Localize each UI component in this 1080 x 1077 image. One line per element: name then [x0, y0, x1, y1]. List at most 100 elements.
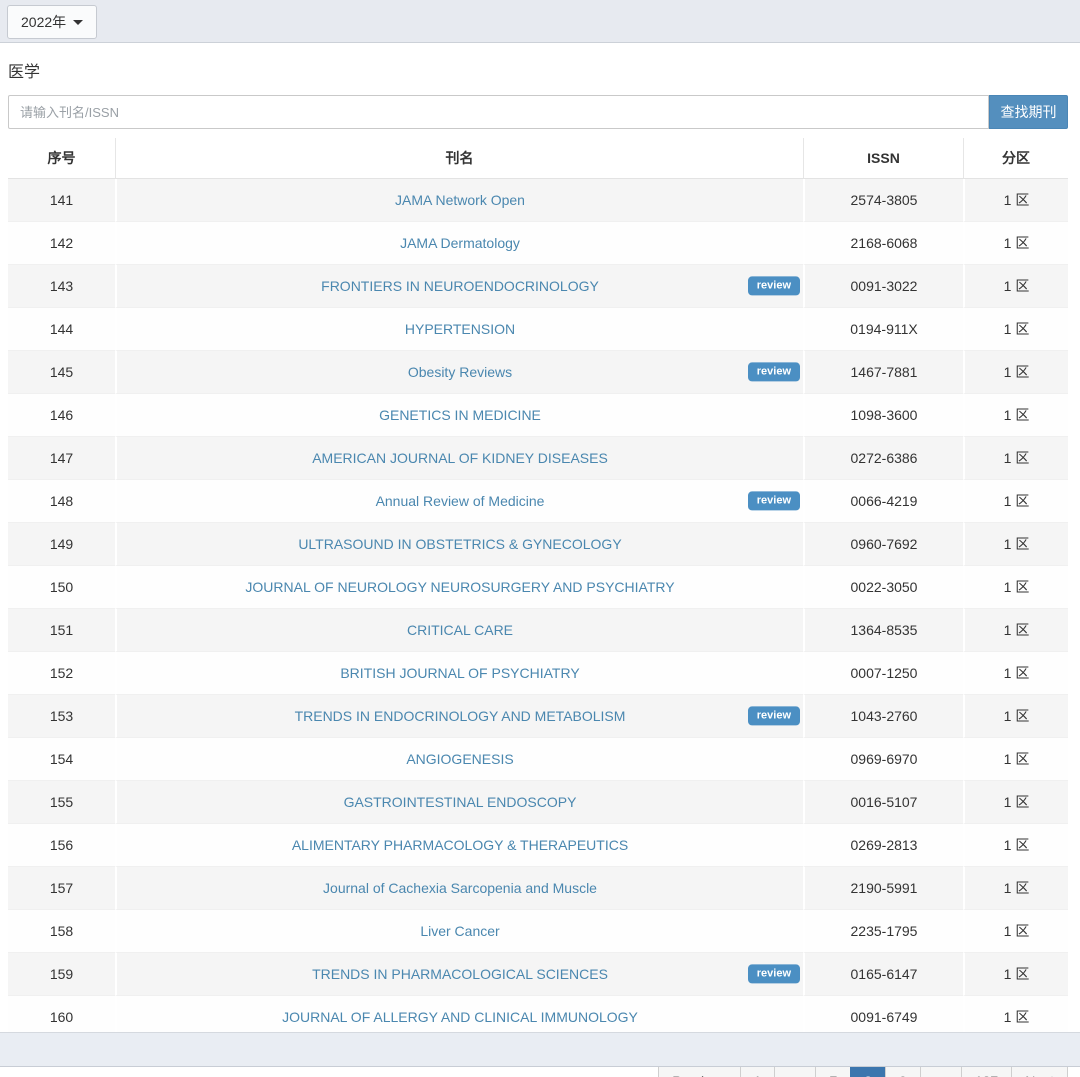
column-header-issn: ISSN: [803, 138, 963, 179]
table-row: 147 AMERICAN JOURNAL OF KIDNEY DISEASES 02…: [8, 437, 1068, 480]
seq-cell: 159: [8, 953, 115, 996]
zone-cell: 1 区: [963, 394, 1068, 437]
table-row: 155 GASTROINTESTINAL ENDOSCOPY 0016-5107 1 …: [8, 781, 1068, 824]
journal-link[interactable]: BRITISH JOURNAL OF PSYCHIATRY: [340, 665, 579, 681]
journal-link[interactable]: ALIMENTARY PHARMACOLOGY & THERAPEUTICS: [292, 837, 628, 853]
seq-cell: 158: [8, 910, 115, 953]
seq-cell: 150: [8, 566, 115, 609]
journal-name-cell: GASTROINTESTINAL ENDOSCOPY: [115, 781, 803, 824]
issn-cell: 0016-5107: [803, 781, 963, 824]
zone-cell: 1 区: [963, 910, 1068, 953]
journal-name-cell: ALIMENTARY PHARMACOLOGY & THERAPEUTICS: [115, 824, 803, 867]
table-row: 153 TRENDS IN ENDOCRINOLOGY AND METABOLIS…: [8, 695, 1068, 738]
table-row: 154 ANGIOGENESIS 0969-6970 1 区: [8, 738, 1068, 781]
main-content: 医学 查找期刊 序号 刊名 ISSN 分区 141 JAMA Network Op…: [0, 43, 1080, 1077]
zone-cell: 1 区: [963, 824, 1068, 867]
journal-link[interactable]: TRENDS IN PHARMACOLOGICAL SCIENCES: [312, 966, 608, 982]
journal-name-cell: AMERICAN JOURNAL OF KIDNEY DISEASES: [115, 437, 803, 480]
table-row: 148 Annual Review of Medicine review 0066-4…: [8, 480, 1068, 523]
journal-link[interactable]: JAMA Network Open: [395, 192, 525, 208]
review-badge: review: [747, 706, 800, 726]
issn-cell: 1043-2760: [803, 695, 963, 738]
journal-link[interactable]: Journal of Cachexia Sarcopenia and Muscl…: [323, 880, 597, 896]
seq-cell: 142: [8, 222, 115, 265]
journal-name-cell: Annual Review of Medicine review: [115, 480, 803, 523]
zone-cell: 1 区: [963, 523, 1068, 566]
journal-link[interactable]: GASTROINTESTINAL ENDOSCOPY: [344, 794, 577, 810]
zone-cell: 1 区: [963, 265, 1068, 308]
journal-ranking-page: 2022年 医学 查找期刊 序号 刊名 ISSN 分区 141 JAMA Netw…: [0, 0, 1080, 1077]
journal-name-cell: JAMA Network Open: [115, 179, 803, 222]
zone-cell: 1 区: [963, 222, 1068, 265]
bottom-footer-band: [0, 1032, 1080, 1067]
zone-cell: 1 区: [963, 437, 1068, 480]
zone-cell: 1 区: [963, 695, 1068, 738]
issn-cell: 0165-6147: [803, 953, 963, 996]
table-row: 146 GENETICS IN MEDICINE 1098-3600 1 区: [8, 394, 1068, 437]
seq-cell: 144: [8, 308, 115, 351]
issn-cell: 0022-3050: [803, 566, 963, 609]
journal-name-cell: FRONTIERS IN NEUROENDOCRINOLOGY review: [115, 265, 803, 308]
journal-link[interactable]: GENETICS IN MEDICINE: [379, 407, 541, 423]
seq-cell: 143: [8, 265, 115, 308]
issn-cell: 0960-7692: [803, 523, 963, 566]
journal-link[interactable]: Annual Review of Medicine: [376, 493, 545, 509]
search-button[interactable]: 查找期刊: [989, 95, 1068, 129]
journal-link[interactable]: ANGIOGENESIS: [406, 751, 513, 767]
review-badge: review: [747, 276, 800, 296]
issn-cell: 2235-1795: [803, 910, 963, 953]
table-header-row: 序号 刊名 ISSN 分区: [8, 138, 1068, 179]
issn-cell: 1364-8535: [803, 609, 963, 652]
zone-cell: 1 区: [963, 351, 1068, 394]
journal-name-cell: Journal of Cachexia Sarcopenia and Muscl…: [115, 867, 803, 910]
review-badge: review: [747, 491, 800, 511]
journal-name-cell: Liver Cancer: [115, 910, 803, 953]
issn-cell: 2190-5991: [803, 867, 963, 910]
seq-cell: 154: [8, 738, 115, 781]
journal-link[interactable]: JOURNAL OF NEUROLOGY NEUROSURGERY AND PS…: [245, 579, 674, 595]
issn-cell: 0194-911X: [803, 308, 963, 351]
table-row: 145 Obesity Reviews review 1467-7881 1 区: [8, 351, 1068, 394]
seq-cell: 153: [8, 695, 115, 738]
column-header-seq: 序号: [8, 138, 115, 179]
column-header-name: 刊名: [115, 138, 803, 179]
seq-cell: 156: [8, 824, 115, 867]
issn-cell: 0272-6386: [803, 437, 963, 480]
journal-table: 序号 刊名 ISSN 分区 141 JAMA Network Open 2574-3…: [8, 138, 1068, 1039]
journal-link[interactable]: TRENDS IN ENDOCRINOLOGY AND METABOLISM: [295, 708, 626, 724]
journal-link[interactable]: FRONTIERS IN NEUROENDOCRINOLOGY: [321, 278, 599, 294]
journal-link[interactable]: ULTRASOUND IN OBSTETRICS & GYNECOLOGY: [298, 536, 621, 552]
journal-link[interactable]: JOURNAL OF ALLERGY AND CLINICAL IMMUNOLO…: [282, 1009, 638, 1025]
journal-name-cell: JAMA Dermatology: [115, 222, 803, 265]
zone-cell: 1 区: [963, 179, 1068, 222]
issn-cell: 1467-7881: [803, 351, 963, 394]
table-row: 144 HYPERTENSION 0194-911X 1 区: [8, 308, 1068, 351]
table-row: 143 FRONTIERS IN NEUROENDOCRINOLOGY review…: [8, 265, 1068, 308]
table-row: 142 JAMA Dermatology 2168-6068 1 区: [8, 222, 1068, 265]
table-row: 151 CRITICAL CARE 1364-8535 1 区: [8, 609, 1068, 652]
search-input[interactable]: [8, 95, 989, 129]
seq-cell: 146: [8, 394, 115, 437]
journal-name-cell: GENETICS IN MEDICINE: [115, 394, 803, 437]
search-bar: 查找期刊: [8, 95, 1068, 129]
journal-name-cell: ANGIOGENESIS: [115, 738, 803, 781]
table-row: 149 ULTRASOUND IN OBSTETRICS & GYNECOLOGY…: [8, 523, 1068, 566]
seq-cell: 147: [8, 437, 115, 480]
journal-link[interactable]: HYPERTENSION: [405, 321, 515, 337]
journal-link[interactable]: JAMA Dermatology: [400, 235, 520, 251]
issn-cell: 1098-3600: [803, 394, 963, 437]
issn-cell: 0269-2813: [803, 824, 963, 867]
journal-link[interactable]: Obesity Reviews: [408, 364, 512, 380]
year-dropdown[interactable]: 2022年: [7, 5, 98, 39]
journal-name-cell: BRITISH JOURNAL OF PSYCHIATRY: [115, 652, 803, 695]
journal-link[interactable]: Liver Cancer: [420, 923, 499, 939]
zone-cell: 1 区: [963, 738, 1068, 781]
zone-cell: 1 区: [963, 867, 1068, 910]
table-row: 150 JOURNAL OF NEUROLOGY NEUROSURGERY AND…: [8, 566, 1068, 609]
journal-name-cell: TRENDS IN ENDOCRINOLOGY AND METABOLISM re…: [115, 695, 803, 738]
seq-cell: 155: [8, 781, 115, 824]
journal-name-cell: TRENDS IN PHARMACOLOGICAL SCIENCES review: [115, 953, 803, 996]
journal-link[interactable]: CRITICAL CARE: [407, 622, 513, 638]
journal-link[interactable]: AMERICAN JOURNAL OF KIDNEY DISEASES: [312, 450, 608, 466]
top-bar: 2022年: [0, 0, 1080, 43]
